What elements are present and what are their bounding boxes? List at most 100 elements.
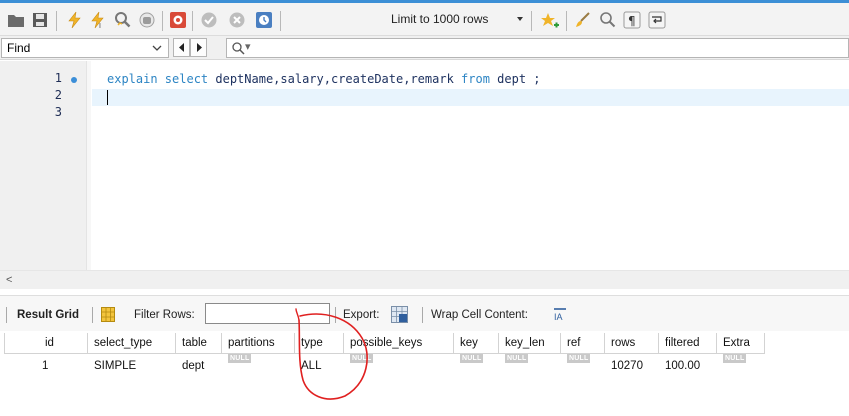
column-header[interactable]: key [453, 333, 499, 354]
export-label: Export: [343, 309, 380, 321]
svg-text:IA: IA [554, 312, 563, 321]
autocommit-icon[interactable] [254, 10, 274, 30]
find-previous-button[interactable] [173, 38, 190, 57]
filter-rows-input[interactable] [205, 303, 330, 324]
find-input[interactable]: ▾ [226, 38, 849, 58]
column-header[interactable]: key_len [498, 333, 561, 354]
chevron-down-icon [152, 45, 162, 51]
current-line-highlight [92, 89, 849, 106]
search-icon [232, 42, 245, 55]
toolbar-separator [422, 307, 423, 323]
toolbar-separator [92, 307, 93, 323]
table-cell[interactable]: NULL [344, 353, 454, 375]
table-cell[interactable]: NULL [561, 353, 605, 375]
toolbar-separator [335, 307, 336, 323]
sql-keyword: from [461, 72, 490, 86]
toolbar-separator [56, 11, 57, 31]
result-toolbar: Result Grid Filter Rows: Export: Wrap Ce… [0, 295, 849, 331]
null-badge: NULL [567, 353, 591, 363]
result-grid: id select_type table partitions type pos… [0, 332, 849, 416]
line-number: 3 [54, 105, 62, 119]
toolbar-separator [192, 11, 193, 31]
sql-table: dept ; [489, 72, 541, 86]
null-badge: NULL [505, 353, 529, 363]
beautify-icon[interactable] [540, 10, 560, 30]
filter-rows-label: Filter Rows: [134, 309, 195, 321]
toolbar-separator [531, 11, 532, 31]
commit-icon[interactable] [199, 10, 219, 30]
scroll-left-icon[interactable]: < [6, 274, 12, 286]
limit-rows-select[interactable]: Limit to 1000 rows [391, 12, 488, 26]
column-header[interactable]: partitions [221, 333, 295, 354]
toolbar-separator [566, 11, 567, 31]
table-cell[interactable]: 10270 [605, 353, 659, 375]
wrap-icon[interactable] [647, 10, 667, 30]
result-table: id select_type table partitions type pos… [4, 333, 765, 375]
export-icon[interactable] [391, 306, 408, 323]
null-badge: NULL [350, 353, 374, 363]
column-header[interactable]: type [294, 333, 344, 354]
find-icon[interactable] [598, 10, 618, 30]
line-number-gutter: 1 2 3 [0, 61, 86, 270]
wrap-cell-icon[interactable]: IA [553, 308, 567, 321]
invisibles-icon[interactable]: ¶ [622, 10, 642, 30]
save-icon[interactable] [30, 10, 50, 30]
table-cell[interactable]: 100.00 [659, 353, 717, 375]
sql-code-line-1[interactable]: explain select deptName,salary,createDat… [107, 72, 541, 86]
null-badge: NULL [723, 353, 747, 363]
svg-text:I: I [99, 23, 101, 29]
find-bar: Find ▾ [0, 36, 849, 60]
column-header[interactable]: possible_keys [343, 333, 454, 354]
execute-icon[interactable] [64, 10, 84, 30]
table-row[interactable]: 1 SIMPLE dept NULL ALL NULL NULL NULL NU… [5, 353, 765, 375]
gutter-edge [86, 61, 91, 270]
find-mode-select[interactable]: Find [1, 38, 169, 58]
toolbar-separator [162, 11, 163, 31]
svg-text:¶: ¶ [628, 14, 636, 28]
sql-editor[interactable]: 1 2 3 explain select deptName,salary,cre… [0, 61, 849, 270]
chevron-down-icon[interactable] [517, 17, 523, 21]
statement-marker-icon [71, 77, 77, 83]
column-header[interactable]: rows [604, 333, 659, 354]
table-header-row: id select_type table partitions type pos… [4, 333, 765, 354]
explain-icon[interactable] [113, 10, 133, 30]
line-number: 1 [54, 71, 62, 85]
horizontal-scrollbar[interactable]: < [0, 270, 849, 289]
null-badge: NULL [228, 353, 252, 363]
text-caret [107, 90, 108, 105]
toolbar-separator [280, 11, 281, 31]
column-header[interactable]: ref [560, 333, 605, 354]
null-badge: NULL [460, 353, 484, 363]
line-number: 2 [54, 88, 62, 102]
find-next-button[interactable] [190, 38, 207, 57]
table-cell[interactable]: 1 [5, 353, 88, 375]
stop-icon[interactable] [137, 10, 157, 30]
folder-icon[interactable] [6, 10, 26, 30]
wrap-cell-label: Wrap Cell Content: [431, 309, 528, 321]
toggle-continue-icon[interactable] [168, 10, 188, 30]
column-header[interactable]: id [4, 333, 88, 354]
column-header[interactable]: select_type [87, 333, 176, 354]
find-mode-label: Find [7, 41, 31, 55]
sql-columns: deptName,salary,createDate,remark [208, 72, 462, 86]
table-cell[interactable]: NULL [499, 353, 561, 375]
grid-icon[interactable] [101, 307, 115, 322]
table-cell[interactable]: ALL [295, 353, 344, 375]
sql-keyword: explain select [107, 72, 209, 86]
result-grid-tab[interactable]: Result Grid [17, 309, 79, 321]
rollback-icon[interactable] [227, 10, 247, 30]
editor-toolbar: I Limit to 1000 rows ¶ [0, 0, 849, 36]
table-cell[interactable]: NULL [717, 353, 765, 375]
table-cell[interactable]: SIMPLE [88, 353, 176, 375]
column-header[interactable]: Extra [716, 333, 765, 354]
column-header[interactable]: table [175, 333, 222, 354]
table-cell[interactable]: NULL [454, 353, 499, 375]
execute-current-icon[interactable]: I [88, 10, 108, 30]
toolbar-separator [6, 307, 7, 323]
search-options-chevron[interactable]: ▾ [245, 40, 251, 53]
column-header[interactable]: filtered [658, 333, 717, 354]
brush-icon[interactable] [573, 10, 593, 30]
table-cell[interactable]: dept [176, 353, 222, 375]
table-cell[interactable]: NULL [222, 353, 295, 375]
chevron-left-icon [178, 43, 184, 52]
